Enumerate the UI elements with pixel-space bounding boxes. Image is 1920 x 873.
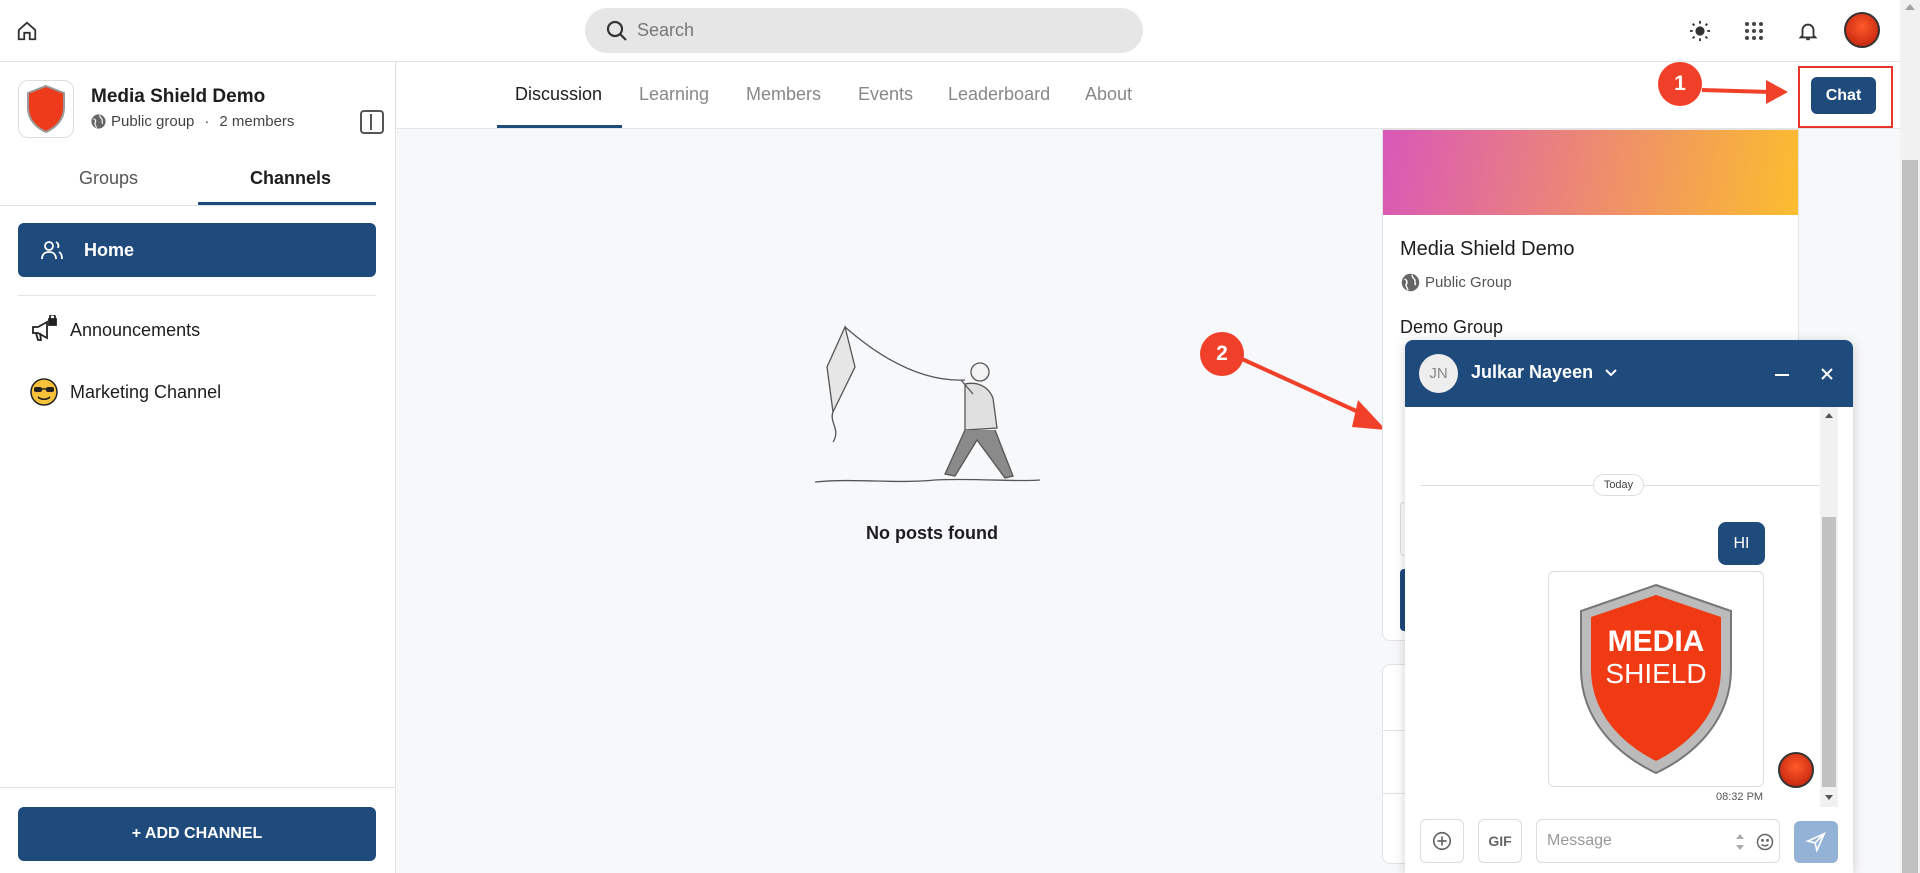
date-label: Today	[1593, 474, 1644, 496]
sunglasses-emoji-icon	[28, 376, 60, 408]
chevron-down-icon[interactable]	[1601, 362, 1621, 382]
top-bar: Search	[0, 0, 1900, 62]
group-name: Media Shield Demo	[91, 86, 266, 107]
shield-logo-icon	[27, 84, 65, 134]
users-icon	[41, 241, 63, 260]
contact-name[interactable]: Julkar Nayeen	[1471, 362, 1593, 383]
search-bar[interactable]: Search	[585, 8, 1143, 53]
sidebar-item-home[interactable]: Home	[18, 223, 376, 277]
tab-learning[interactable]: Learning	[639, 84, 709, 105]
tab-leaderboard[interactable]: Leaderboard	[948, 84, 1050, 105]
chat-messages: Today HI MEDIA SHIELD 08:32 PM	[1405, 407, 1853, 807]
sidebar-item-announcements[interactable]: Announcements	[28, 315, 200, 345]
tab-about[interactable]: About	[1085, 84, 1132, 105]
message-bubble: HI	[1718, 522, 1765, 565]
media-shield-logo: MEDIA SHIELD	[1580, 583, 1732, 775]
sidebar: Media Shield Demo Public group · 2 membe…	[0, 62, 396, 873]
meta-separator: ·	[204, 113, 210, 130]
tab-discussion[interactable]: Discussion	[515, 84, 602, 105]
divider	[0, 787, 396, 788]
sidebar-item-label: Home	[84, 239, 135, 260]
chat-scrollbar[interactable]	[1820, 407, 1838, 807]
scroll-down-icon[interactable]	[1825, 795, 1833, 800]
logo-text-media: MEDIA	[1608, 625, 1705, 658]
scrollbar-thumb[interactable]	[1822, 517, 1836, 787]
sun-icon[interactable]	[1686, 17, 1714, 45]
logo-text-shield: SHIELD	[1605, 658, 1706, 689]
group-visibility: Public group	[111, 113, 195, 130]
scrollbar-thumb[interactable]	[1902, 160, 1918, 873]
add-channel-button[interactable]: + ADD CHANNEL	[18, 807, 376, 861]
emoji-icon[interactable]	[1755, 832, 1775, 852]
tab-members[interactable]: Members	[746, 84, 821, 105]
megaphone-lock-icon	[28, 314, 60, 346]
active-tab-indicator	[497, 125, 622, 128]
sidebar-item-label: Announcements	[70, 319, 201, 340]
apps-grid-icon[interactable]	[1740, 17, 1768, 45]
scroll-up-icon[interactable]	[1825, 413, 1833, 418]
sidebar-item-marketing-channel[interactable]: Marketing Channel	[28, 377, 221, 407]
group-meta: Public group · 2 members	[90, 113, 294, 130]
globe-icon	[1401, 273, 1420, 292]
scroll-up-icon[interactable]	[1905, 4, 1915, 10]
group-members-count: 2 members	[219, 113, 295, 130]
add-attachment-button[interactable]	[1420, 819, 1464, 863]
send-button[interactable]	[1794, 821, 1838, 863]
page-scrollbar[interactable]	[1900, 0, 1920, 873]
active-tab-indicator	[198, 202, 376, 205]
bell-icon[interactable]	[1794, 17, 1822, 45]
send-icon	[1805, 832, 1826, 853]
gif-button[interactable]: GIF	[1478, 819, 1522, 863]
tab-groups[interactable]: Groups	[79, 168, 138, 189]
card-group-name: Media Shield Demo	[1400, 238, 1575, 260]
empty-state-text: No posts found	[866, 523, 998, 543]
chat-composer: GIF Message	[1405, 807, 1853, 873]
message-time: 08:32 PM	[1716, 791, 1764, 803]
annotation-arrow-1	[1701, 80, 1788, 104]
annotation-badge-2: 2	[1200, 332, 1244, 376]
globe-icon	[91, 114, 106, 129]
sidebar-item-label: Marketing Channel	[70, 381, 222, 402]
message-image[interactable]: MEDIA SHIELD	[1548, 571, 1764, 787]
divider	[18, 295, 376, 296]
resize-arrows-icon	[1736, 834, 1744, 850]
chat-button[interactable]: Chat	[1811, 77, 1876, 114]
card-group-meta: Public Group	[1400, 272, 1512, 293]
chat-header: JN Julkar Nayeen	[1405, 340, 1853, 407]
plus-circle-icon	[1432, 831, 1452, 851]
card-group-description: Demo Group	[1400, 317, 1504, 337]
group-header: Media Shield Demo Public group · 2 membe…	[18, 80, 384, 140]
group-logo	[18, 80, 74, 138]
annotation-arrow-2	[1241, 357, 1386, 430]
message-input[interactable]: Message	[1536, 819, 1780, 863]
tab-events[interactable]: Events	[858, 84, 913, 105]
home-icon[interactable]	[14, 18, 40, 44]
kite-illustration	[815, 325, 1040, 483]
annotation-badge-1: 1	[1658, 62, 1702, 106]
search-input[interactable]: Search	[637, 20, 694, 41]
close-icon[interactable]	[1817, 364, 1837, 384]
contact-avatar: JN	[1419, 354, 1458, 393]
card-group-visibility: Public Group	[1425, 274, 1512, 291]
message-placeholder: Message	[1547, 832, 1612, 849]
minimize-icon[interactable]	[1775, 374, 1789, 376]
collapse-sidebar-icon[interactable]	[360, 110, 384, 134]
sidebar-tabs: Groups Channels	[0, 152, 376, 206]
group-banner	[1383, 130, 1798, 215]
tab-channels[interactable]: Channels	[250, 168, 331, 189]
avatar[interactable]	[1844, 12, 1880, 48]
sender-avatar	[1778, 752, 1814, 788]
search-icon	[606, 20, 627, 41]
chat-window: JN Julkar Nayeen Today HI MEDIA SHIELD 0…	[1405, 340, 1853, 873]
